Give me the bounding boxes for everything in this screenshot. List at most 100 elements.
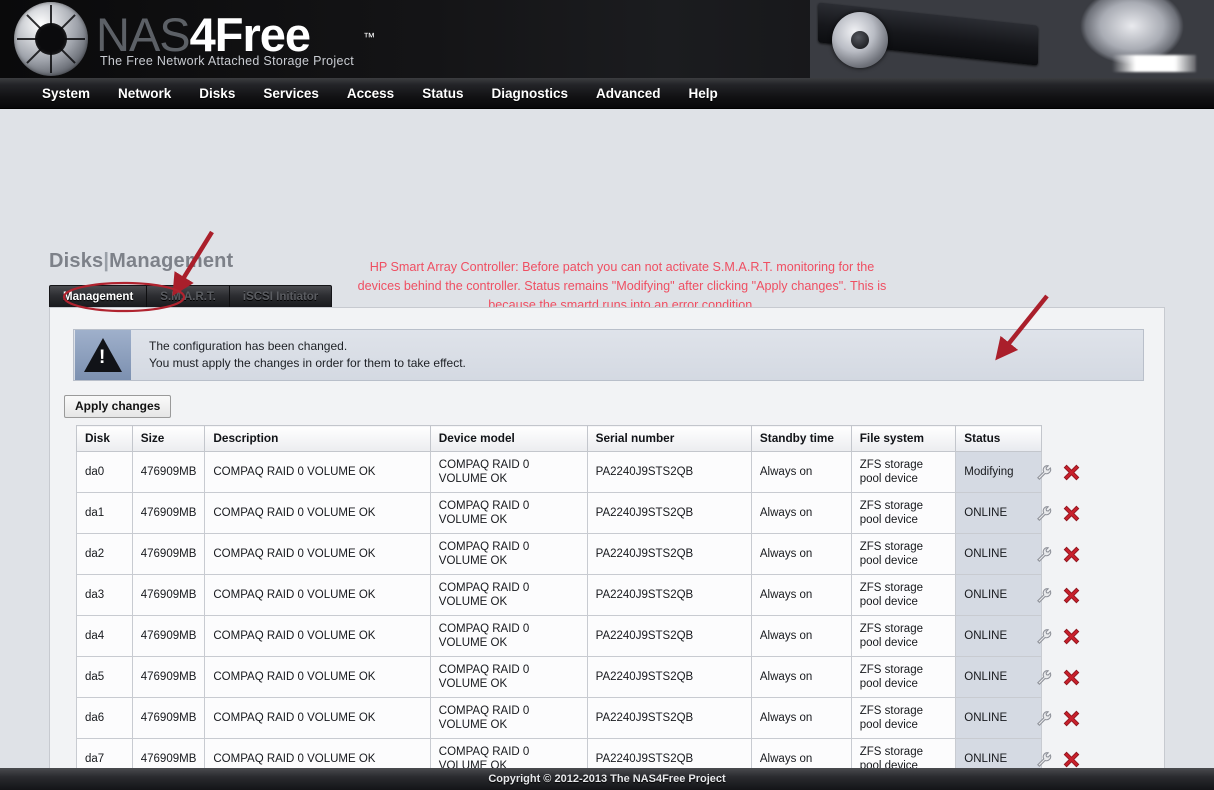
column-header-device-model[interactable]: Device model: [430, 426, 587, 452]
application-window: NAS4Free ™ The Free Network Attached Sto…: [0, 0, 1214, 790]
table-header-row: Disk Size Description Device model Seria…: [77, 426, 1042, 452]
red-x-delete-icon[interactable]: [1063, 546, 1080, 568]
red-x-delete-icon[interactable]: [1063, 587, 1080, 609]
cell-disk: da1: [77, 493, 133, 534]
table-row: da2476909MBCOMPAQ RAID 0 VOLUME OKCOMPAQ…: [77, 534, 1042, 575]
page-title: Disks|Management: [49, 250, 233, 273]
notice-line-1: The configuration has been changed.: [149, 338, 466, 355]
cell-standby-time: Always on: [751, 698, 851, 739]
nav-item-system[interactable]: System: [28, 86, 104, 101]
cell-description: COMPAQ RAID 0 VOLUME OK: [205, 452, 430, 493]
cell-file-system: ZFS storage pool device: [851, 575, 956, 616]
cell-standby-time: Always on: [751, 657, 851, 698]
page-title-page: Management: [109, 250, 233, 272]
column-header-status[interactable]: Status: [956, 426, 1042, 452]
row-actions: [1036, 669, 1080, 691]
column-header-disk[interactable]: Disk: [77, 426, 133, 452]
cell-disk: da0: [77, 452, 133, 493]
wrench-icon[interactable]: [1036, 464, 1053, 486]
nav-item-services[interactable]: Services: [249, 86, 333, 101]
nav-item-disks[interactable]: Disks: [185, 86, 249, 101]
table-row: da0476909MBCOMPAQ RAID 0 VOLUME OKCOMPAQ…: [77, 452, 1042, 493]
wrench-icon[interactable]: [1036, 587, 1053, 609]
table-row: da4476909MBCOMPAQ RAID 0 VOLUME OKCOMPAQ…: [77, 616, 1042, 657]
red-x-delete-icon[interactable]: [1063, 505, 1080, 527]
main-navigation: System Network Disks Services Access Sta…: [0, 78, 1214, 109]
disc-logo-spokes: [14, 2, 88, 76]
nav-item-diagnostics[interactable]: Diagnostics: [477, 86, 582, 101]
disc-logo-icon: [14, 2, 88, 76]
column-header-serial-number[interactable]: Serial number: [587, 426, 751, 452]
drive-spindle-icon: [832, 12, 888, 68]
config-changed-notice: The configuration has been changed. You …: [73, 329, 1144, 381]
tab-management[interactable]: Management: [50, 286, 147, 308]
disks-table: Disk Size Description Device model Seria…: [76, 425, 1042, 790]
nav-item-advanced[interactable]: Advanced: [582, 86, 675, 101]
cell-status: ONLINE: [956, 575, 1042, 616]
nav-item-status[interactable]: Status: [408, 86, 477, 101]
red-x-delete-icon[interactable]: [1063, 710, 1080, 732]
page-body: Disks|Management HP Smart Array Controll…: [0, 109, 1214, 790]
cell-serial-number: PA2240J9STS2QB: [587, 616, 751, 657]
wrench-icon[interactable]: [1036, 546, 1053, 568]
row-actions: [1036, 587, 1080, 609]
cell-disk: da5: [77, 657, 133, 698]
notice-line-2: You must apply the changes in order for …: [149, 355, 466, 372]
cell-status: ONLINE: [956, 698, 1042, 739]
column-header-description[interactable]: Description: [205, 426, 430, 452]
cell-disk: da2: [77, 534, 133, 575]
content-panel: The configuration has been changed. You …: [49, 307, 1165, 790]
cell-size: 476909MB: [132, 616, 205, 657]
notice-text: The configuration has been changed. You …: [149, 338, 466, 372]
cell-file-system: ZFS storage pool device: [851, 452, 956, 493]
table-row: da3476909MBCOMPAQ RAID 0 VOLUME OKCOMPAQ…: [77, 575, 1042, 616]
wrench-icon[interactable]: [1036, 505, 1053, 527]
tab-smart[interactable]: S.M.A.R.T.: [147, 286, 230, 308]
cell-device-model: COMPAQ RAID 0 VOLUME OK: [430, 534, 587, 575]
brand-name: NAS4Free ™: [96, 10, 354, 60]
cell-serial-number: PA2240J9STS2QB: [587, 657, 751, 698]
cell-status: Modifying: [956, 452, 1042, 493]
nav-item-network[interactable]: Network: [104, 86, 185, 101]
red-x-delete-icon[interactable]: [1063, 669, 1080, 691]
column-header-size[interactable]: Size: [132, 426, 205, 452]
cell-status: ONLINE: [956, 493, 1042, 534]
column-header-standby-time[interactable]: Standby time: [751, 426, 851, 452]
cell-device-model: COMPAQ RAID 0 VOLUME OK: [430, 698, 587, 739]
cell-serial-number: PA2240J9STS2QB: [587, 698, 751, 739]
cell-serial-number: PA2240J9STS2QB: [587, 452, 751, 493]
cell-device-model: COMPAQ RAID 0 VOLUME OK: [430, 616, 587, 657]
cell-device-model: COMPAQ RAID 0 VOLUME OK: [430, 657, 587, 698]
cell-serial-number: PA2240J9STS2QB: [587, 493, 751, 534]
cell-file-system: ZFS storage pool device: [851, 534, 956, 575]
row-actions: [1036, 505, 1080, 527]
wrench-icon[interactable]: [1036, 710, 1053, 732]
cell-size: 476909MB: [132, 452, 205, 493]
cell-size: 476909MB: [132, 575, 205, 616]
cell-standby-time: Always on: [751, 534, 851, 575]
cell-size: 476909MB: [132, 698, 205, 739]
table-row: da1476909MBCOMPAQ RAID 0 VOLUME OKCOMPAQ…: [77, 493, 1042, 534]
nav-item-access[interactable]: Access: [333, 86, 408, 101]
cell-status: ONLINE: [956, 616, 1042, 657]
banner-highlight: [1112, 55, 1196, 72]
cell-description: COMPAQ RAID 0 VOLUME OK: [205, 657, 430, 698]
red-x-delete-icon[interactable]: [1063, 628, 1080, 650]
cell-device-model: COMPAQ RAID 0 VOLUME OK: [430, 452, 587, 493]
apply-changes-button[interactable]: Apply changes: [64, 395, 171, 418]
wrench-icon[interactable]: [1036, 628, 1053, 650]
cell-description: COMPAQ RAID 0 VOLUME OK: [205, 616, 430, 657]
hard-drive-photo: [810, 0, 1214, 78]
brand-logo[interactable]: NAS4Free ™ The Free Network Attached Sto…: [14, 2, 354, 76]
cell-description: COMPAQ RAID 0 VOLUME OK: [205, 575, 430, 616]
nav-item-help[interactable]: Help: [675, 86, 732, 101]
disks-table-body: da0476909MBCOMPAQ RAID 0 VOLUME OKCOMPAQ…: [77, 452, 1042, 790]
cell-status: ONLINE: [956, 657, 1042, 698]
red-x-delete-icon[interactable]: [1063, 464, 1080, 486]
column-header-file-system[interactable]: File system: [851, 426, 956, 452]
wrench-icon[interactable]: [1036, 669, 1053, 691]
tab-iscsi-initiator[interactable]: iSCSI Initiator: [230, 286, 331, 308]
cell-device-model: COMPAQ RAID 0 VOLUME OK: [430, 493, 587, 534]
cell-disk: da6: [77, 698, 133, 739]
cell-size: 476909MB: [132, 657, 205, 698]
